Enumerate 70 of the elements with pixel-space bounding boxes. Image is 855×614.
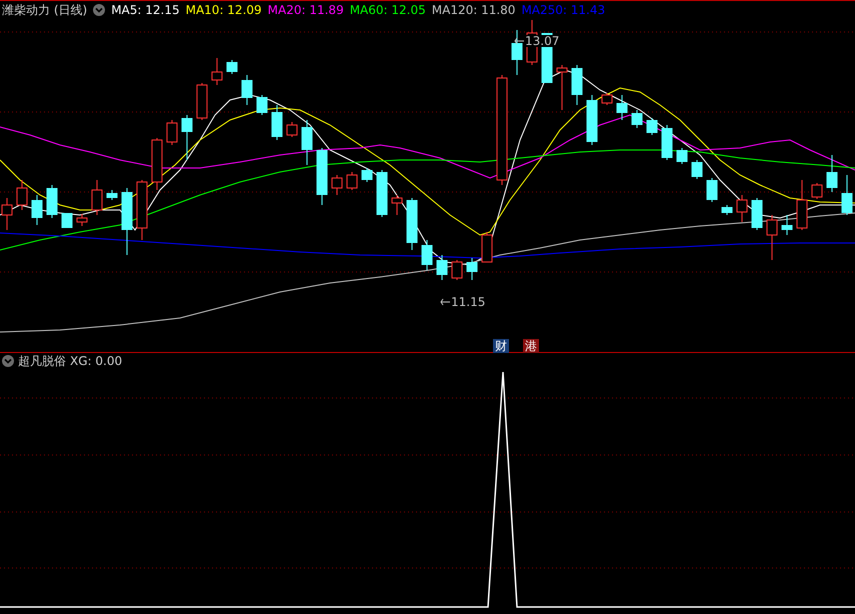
candlestick bbox=[406, 198, 418, 250]
candlestick bbox=[302, 120, 312, 166]
moving-average-reading: MA10: 12.09 bbox=[186, 4, 262, 16]
candlestick bbox=[136, 180, 148, 240]
candlestick bbox=[226, 60, 238, 74]
candlestick bbox=[766, 214, 778, 260]
candlestick bbox=[602, 92, 612, 106]
dropdown-icon[interactable] bbox=[93, 4, 106, 16]
candlestick bbox=[662, 124, 672, 160]
indicator-reading: XG: 0.00 bbox=[70, 355, 122, 367]
candlestick bbox=[782, 214, 792, 236]
price-marker-label: 13.07 bbox=[525, 35, 560, 47]
candlestick bbox=[736, 194, 748, 222]
candlestick bbox=[466, 258, 478, 280]
indicator-name: 超凡脱俗 bbox=[18, 355, 66, 367]
candlestick bbox=[16, 180, 28, 210]
candlestick bbox=[616, 94, 628, 120]
moving-average-reading: MA120: 11.80 bbox=[432, 4, 516, 16]
candlestick bbox=[706, 178, 718, 202]
candlestick bbox=[316, 148, 328, 206]
stock-title: 潍柴动力 (日线) bbox=[2, 4, 88, 16]
candlestick bbox=[332, 174, 342, 196]
candlestick bbox=[722, 204, 732, 216]
candlestick bbox=[166, 120, 178, 146]
candlestick bbox=[182, 114, 192, 160]
candlestick bbox=[482, 232, 492, 262]
candlestick bbox=[152, 138, 162, 190]
candlestick bbox=[376, 170, 388, 218]
candlestick bbox=[32, 194, 42, 226]
candlestick bbox=[76, 214, 88, 226]
moving-average-reading: MA60: 12.05 bbox=[350, 4, 426, 16]
candlestick bbox=[752, 198, 762, 230]
candlestick bbox=[212, 58, 222, 86]
candlestick bbox=[826, 154, 838, 192]
candlestick bbox=[796, 180, 808, 230]
candlestick bbox=[272, 104, 282, 140]
candlestick bbox=[362, 168, 372, 182]
candlestick bbox=[46, 184, 58, 218]
candlestick bbox=[106, 190, 118, 200]
candlestick bbox=[512, 30, 522, 76]
candlestick bbox=[452, 260, 462, 280]
candlestick bbox=[392, 194, 402, 216]
candlestick bbox=[556, 64, 568, 110]
candlestick bbox=[242, 74, 252, 106]
candlestick bbox=[122, 188, 132, 256]
candlestick bbox=[586, 94, 598, 146]
candlestick bbox=[646, 118, 658, 136]
moving-average-reading: MA5: 12.15 bbox=[111, 4, 180, 16]
moving-average-reading: MA250: 11.43 bbox=[521, 4, 606, 16]
candlestick bbox=[436, 254, 448, 280]
candlestick bbox=[812, 182, 822, 200]
info-tag[interactable]: 财 bbox=[493, 339, 509, 353]
arrow-icon bbox=[440, 298, 450, 306]
dropdown-icon[interactable] bbox=[2, 355, 14, 367]
info-tag[interactable]: 港 bbox=[523, 339, 539, 353]
candlestick bbox=[92, 180, 102, 216]
moving-average-reading: MA20: 11.89 bbox=[268, 4, 344, 16]
candlestick bbox=[256, 94, 268, 116]
candlestick bbox=[842, 174, 852, 216]
candlestick bbox=[196, 82, 208, 120]
candlestick bbox=[572, 64, 582, 106]
candlestick bbox=[62, 212, 72, 228]
candlestick bbox=[676, 148, 688, 164]
candlestick bbox=[632, 110, 642, 128]
candlestick bbox=[692, 160, 702, 180]
price-marker-label: 11.15 bbox=[451, 296, 486, 308]
candlestick bbox=[286, 122, 298, 138]
candlestick bbox=[346, 172, 358, 190]
candlestick bbox=[422, 240, 432, 270]
arrow-icon bbox=[514, 37, 524, 45]
